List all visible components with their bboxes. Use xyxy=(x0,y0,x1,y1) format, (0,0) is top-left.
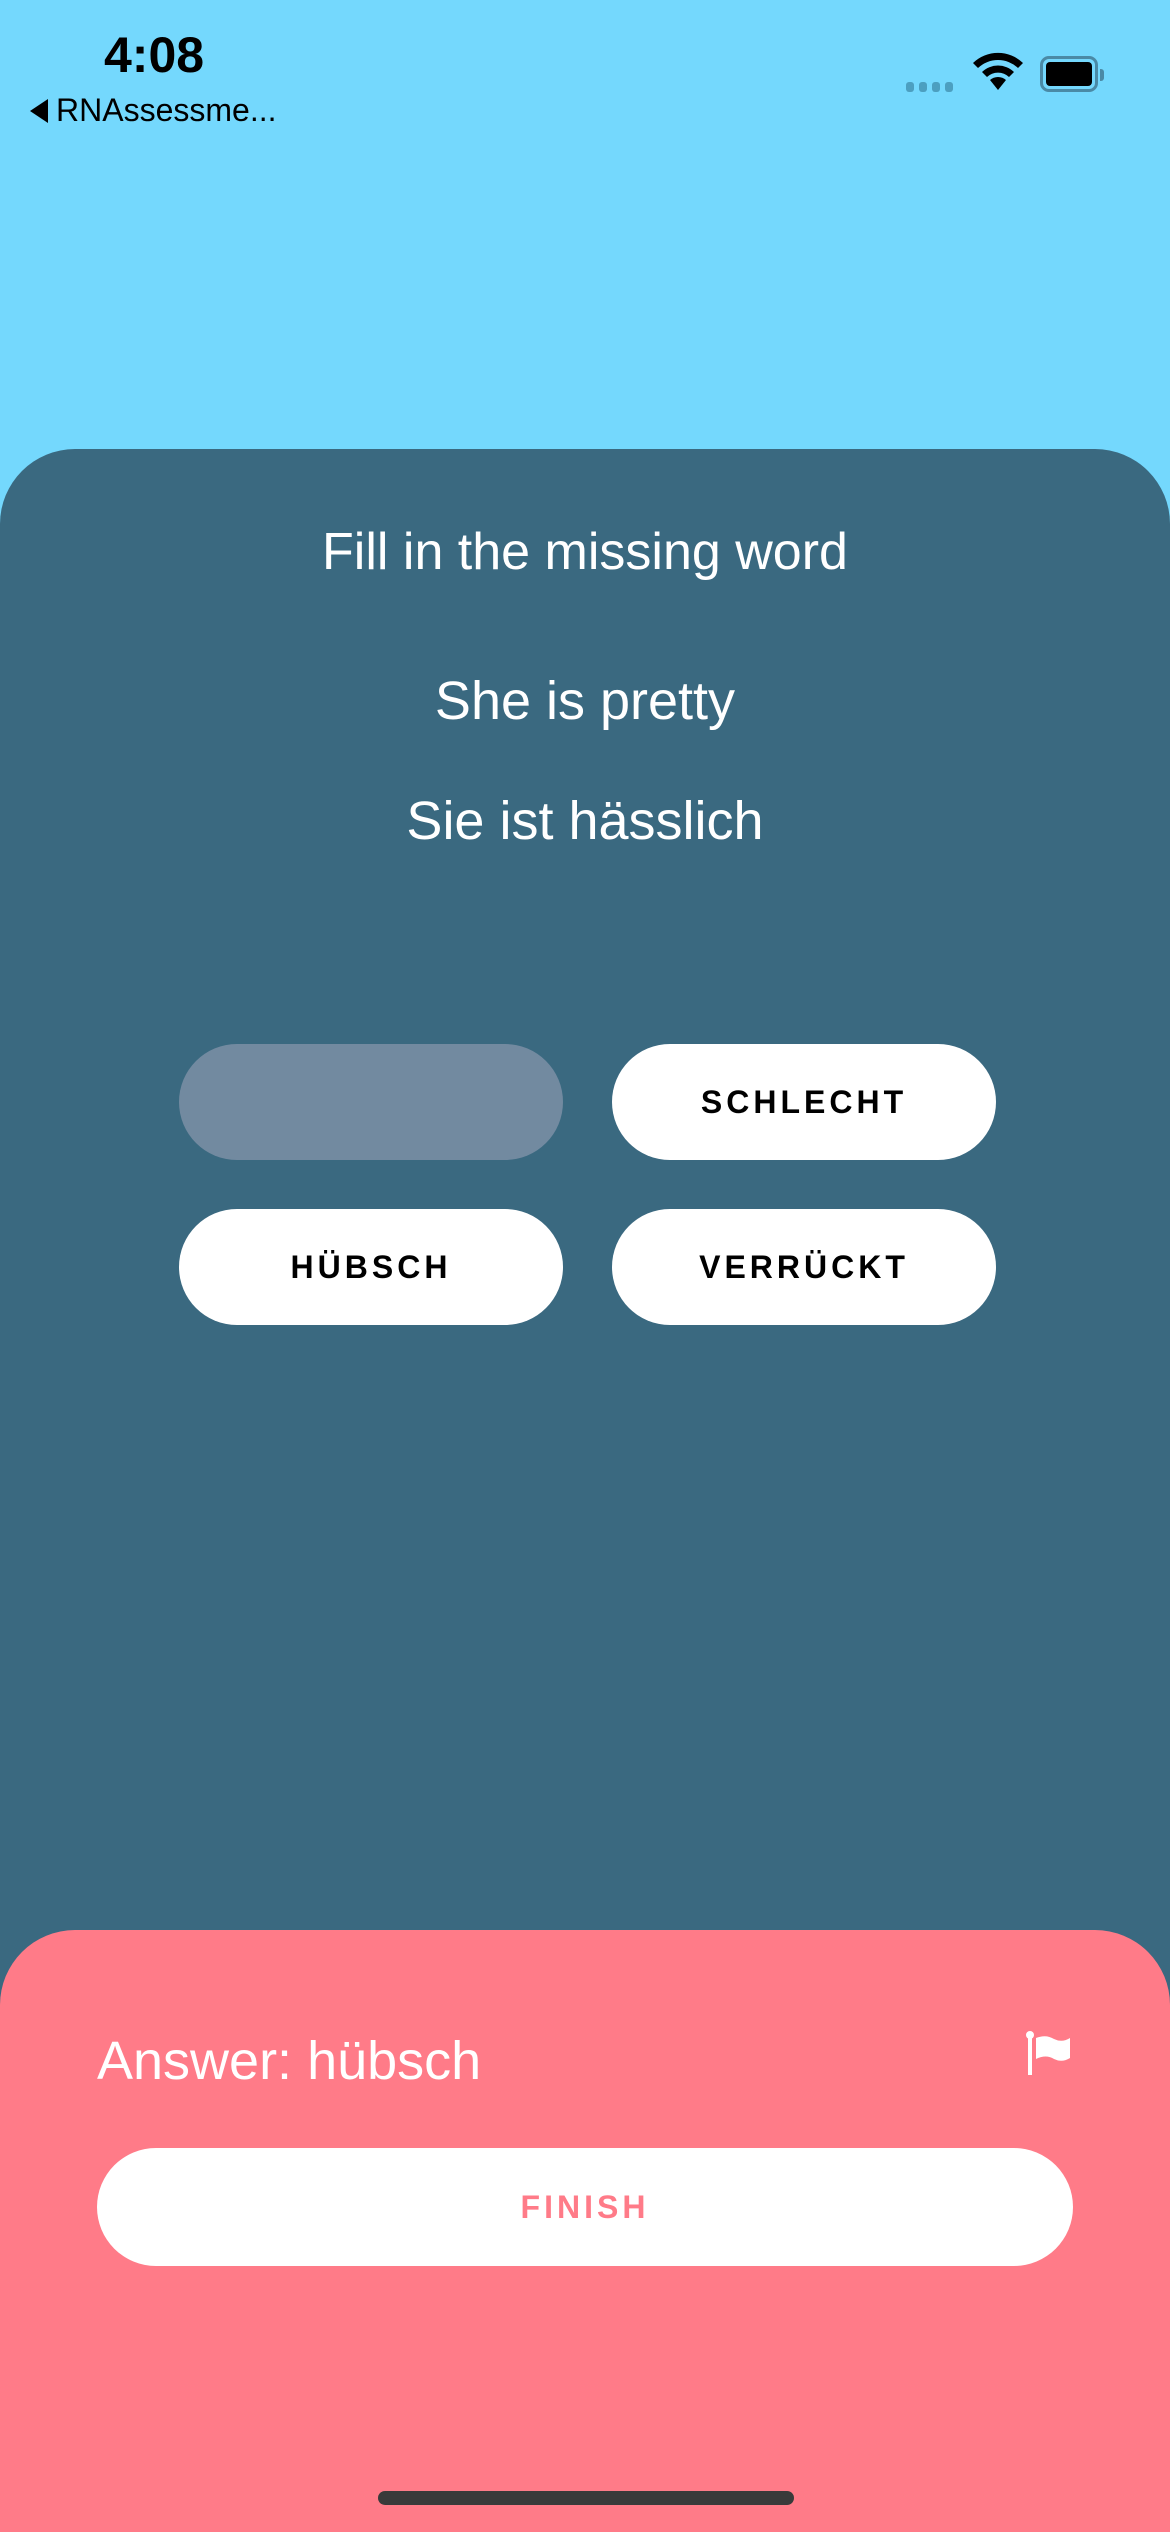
back-app-label: RNAssessme... xyxy=(56,92,277,128)
option-button-schlecht[interactable]: SCHLECHT xyxy=(612,1044,996,1160)
battery-icon xyxy=(1040,56,1104,92)
empty-answer-slot[interactable] xyxy=(179,1044,563,1160)
source-sentence: She is pretty xyxy=(434,671,736,731)
option-button-verruckt[interactable]: VERRÜCKT xyxy=(612,1209,996,1325)
wifi-icon xyxy=(973,52,1023,90)
target-sentence: Sie ist hässlich xyxy=(406,791,764,851)
instruction-text: Fill in the missing word xyxy=(322,523,848,581)
cellular-signal-icon xyxy=(906,82,953,92)
finish-button[interactable]: FINISH xyxy=(97,2148,1073,2266)
flag-icon[interactable] xyxy=(1024,2030,1076,2078)
option-button-hubsch[interactable]: HÜBSCH xyxy=(179,1209,563,1325)
home-indicator[interactable] xyxy=(378,2491,794,2505)
answer-text: Answer: hübsch xyxy=(97,2031,482,2091)
back-arrow-icon xyxy=(30,98,48,123)
status-time: 4:08 xyxy=(104,27,205,83)
back-to-app-button[interactable]: RNAssessme... xyxy=(30,92,276,129)
